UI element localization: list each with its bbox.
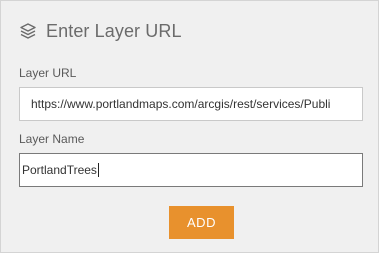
text-cursor xyxy=(97,163,99,177)
layer-url-input[interactable]: https://www.portlandmaps.com/arcgis/rest… xyxy=(19,87,363,121)
layer-name-value: PortlandTrees xyxy=(22,163,97,177)
add-layer-panel: Enter Layer URL Layer URL https://www.po… xyxy=(0,0,379,253)
layers-icon xyxy=(18,21,38,41)
layer-name-label: Layer Name xyxy=(19,132,85,146)
layer-name-input[interactable]: PortlandTrees xyxy=(19,153,363,187)
layer-url-value: https://www.portlandmaps.com/arcgis/rest… xyxy=(31,97,331,111)
add-button[interactable]: ADD xyxy=(169,206,234,239)
panel-title: Enter Layer URL xyxy=(46,20,182,41)
layer-url-label: Layer URL xyxy=(19,66,77,80)
panel-header: Enter Layer URL xyxy=(18,18,182,44)
